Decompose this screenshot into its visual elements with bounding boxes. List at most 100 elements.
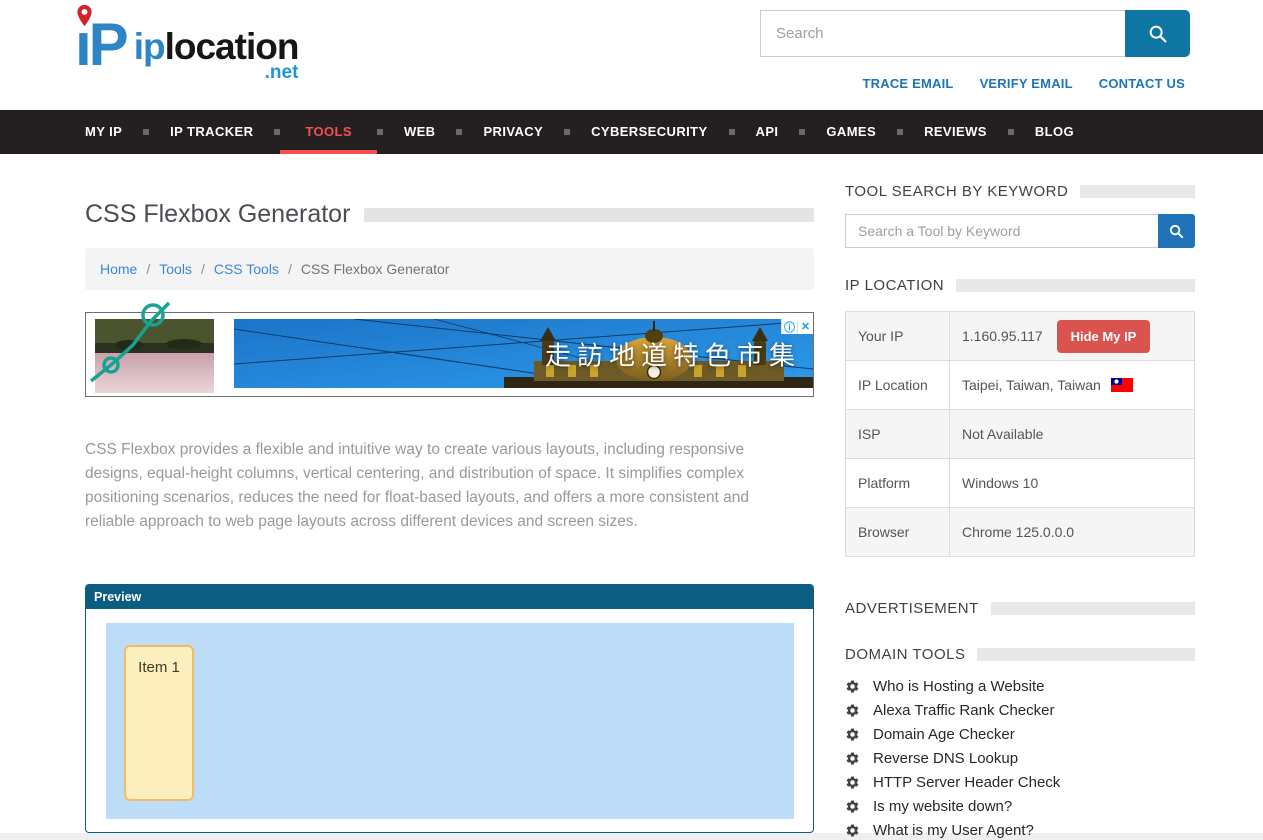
ad-close-icon[interactable]: ✕	[797, 319, 813, 334]
search-input[interactable]	[760, 10, 1125, 57]
table-row: Platform Windows 10	[846, 459, 1195, 508]
nav-item-api[interactable]: API	[735, 110, 800, 154]
preview-panel: Preview Item 1	[85, 584, 814, 833]
nav-item-cybersecurity[interactable]: CYBERSECURITY	[570, 110, 728, 154]
domain-tool-link[interactable]: What is my User Agent?	[873, 822, 1034, 839]
logo-word-ip: ip	[134, 26, 165, 67]
tool-search-input[interactable]	[845, 214, 1158, 248]
domain-tool-link[interactable]: HTTP Server Header Check	[873, 774, 1060, 791]
breadcrumb: Home / Tools / CSS Tools / CSS Flexbox G…	[85, 248, 814, 290]
search-icon	[1168, 223, 1185, 240]
heading-decorative-bar	[977, 648, 1195, 661]
nav-item-blog[interactable]: BLOG	[1014, 110, 1095, 154]
tool-search	[845, 214, 1195, 248]
breadcrumb-separator: /	[146, 261, 150, 277]
list-item: Is my website down?	[845, 798, 1195, 815]
row-label: Your IP	[846, 312, 950, 361]
ad-controls: ⓘ ✕	[781, 319, 813, 334]
gear-icon	[845, 679, 860, 694]
trace-email-link[interactable]: TRACE EMAIL	[863, 76, 954, 91]
row-label: Browser	[846, 508, 950, 557]
row-value: Chrome 125.0.0.0	[950, 508, 1195, 557]
logo-mark: ıP	[75, 6, 126, 84]
domain-tool-link[interactable]: Alexa Traffic Rank Checker	[873, 702, 1054, 719]
page-title: CSS Flexbox Generator	[85, 200, 350, 229]
hide-my-ip-button[interactable]: Hide My IP	[1057, 320, 1151, 353]
taiwan-flag-icon	[1111, 378, 1133, 392]
site-header: ıP iplocation .net TRACE EMAIL VERIFY EM…	[0, 0, 1263, 110]
row-value: Windows 10	[950, 459, 1195, 508]
domain-tools-list: Who is Hosting a Website Alexa Traffic R…	[845, 678, 1195, 840]
table-row: Your IP 1.160.95.117 Hide My IP	[846, 312, 1195, 361]
row-label: ISP	[846, 410, 950, 459]
main-nav: MY IP IP TRACKER TOOLS WEB PRIVACY CYBER…	[0, 110, 1263, 154]
location-pin-icon	[76, 4, 93, 27]
gear-icon	[845, 751, 860, 766]
list-item: Reverse DNS Lookup	[845, 750, 1195, 767]
title-row: CSS Flexbox Generator	[85, 200, 814, 229]
nav-item-my-ip[interactable]: MY IP	[85, 110, 143, 154]
ad-container: 走訪地道特色市集 ⓘ ✕	[85, 312, 814, 397]
verify-email-link[interactable]: VERIFY EMAIL	[980, 76, 1073, 91]
search-icon	[1147, 23, 1169, 45]
row-value: Taipei, Taiwan, Taiwan	[950, 361, 1195, 410]
table-row: Browser Chrome 125.0.0.0	[846, 508, 1195, 557]
breadcrumb-separator: /	[201, 261, 205, 277]
domain-tools-heading: DOMAIN TOOLS	[845, 646, 1195, 663]
gear-icon	[845, 703, 860, 718]
row-value: Not Available	[950, 410, 1195, 459]
preview-header: Preview	[86, 585, 813, 609]
gear-icon	[845, 775, 860, 790]
gear-icon	[845, 799, 860, 814]
ad-info-icon[interactable]: ⓘ	[781, 319, 797, 334]
title-decorative-bar	[364, 208, 814, 222]
breadcrumb-css-tools[interactable]: CSS Tools	[214, 261, 279, 277]
nav-item-tools[interactable]: TOOLS	[280, 110, 377, 154]
domain-tool-link[interactable]: Is my website down?	[873, 798, 1012, 815]
domain-tool-link[interactable]: Domain Age Checker	[873, 726, 1015, 743]
list-item: What is my User Agent?	[845, 822, 1195, 839]
ad-banner[interactable]: 走訪地道特色市集 ⓘ ✕	[234, 319, 813, 388]
nav-item-games[interactable]: GAMES	[805, 110, 897, 154]
list-item: Domain Age Checker	[845, 726, 1195, 743]
breadcrumb-tools[interactable]: Tools	[159, 261, 192, 277]
breadcrumb-separator: /	[288, 261, 292, 277]
list-item: Who is Hosting a Website	[845, 678, 1195, 695]
table-row: IP Location Taipei, Taiwan, Taiwan	[846, 361, 1195, 410]
nav-item-reviews[interactable]: REVIEWS	[903, 110, 1008, 154]
gear-icon	[845, 727, 860, 742]
list-item: HTTP Server Header Check	[845, 774, 1195, 791]
flex-preview-container: Item 1	[106, 623, 794, 819]
heading-decorative-bar	[1080, 185, 1195, 198]
domain-tool-link[interactable]: Reverse DNS Lookup	[873, 750, 1018, 767]
nav-item-privacy[interactable]: PRIVACY	[462, 110, 564, 154]
ad-headline: 走訪地道特色市集	[545, 335, 801, 372]
logo-word-location: location	[165, 26, 299, 67]
nav-item-web[interactable]: WEB	[383, 110, 457, 154]
tool-search-button[interactable]	[1158, 214, 1195, 248]
row-label: Platform	[846, 459, 950, 508]
heading-decorative-bar	[956, 279, 1195, 292]
logo-wordmark: iplocation .net	[134, 28, 299, 82]
row-value: 1.160.95.117 Hide My IP	[950, 312, 1195, 361]
breadcrumb-current: CSS Flexbox Generator	[301, 261, 450, 277]
breadcrumb-home[interactable]: Home	[100, 261, 137, 277]
heading-decorative-bar	[991, 602, 1195, 615]
domain-tool-link[interactable]: Who is Hosting a Website	[873, 678, 1044, 695]
tool-search-heading: TOOL SEARCH BY KEYWORD	[845, 183, 1195, 200]
gear-icon	[845, 823, 860, 838]
row-label: IP Location	[846, 361, 950, 410]
flex-preview-item: Item 1	[124, 645, 194, 801]
tool-description: CSS Flexbox provides a flexible and intu…	[85, 438, 800, 534]
site-logo[interactable]: ıP iplocation .net	[75, 6, 298, 84]
ip-location-table: Your IP 1.160.95.117 Hide My IP IP Locat…	[845, 311, 1195, 557]
table-row: ISP Not Available	[846, 410, 1195, 459]
contact-us-link[interactable]: CONTACT US	[1099, 76, 1185, 91]
ip-address-value: 1.160.95.117	[962, 328, 1043, 344]
search-button[interactable]	[1125, 10, 1190, 57]
advertisement-heading: ADVERTISEMENT	[845, 600, 1195, 617]
page: ıP iplocation .net TRACE EMAIL VERIFY EM…	[0, 0, 1263, 840]
ad-left-image[interactable]	[89, 301, 219, 393]
nav-item-ip-tracker[interactable]: IP TRACKER	[149, 110, 274, 154]
ip-location-heading: IP LOCATION	[845, 277, 1195, 294]
